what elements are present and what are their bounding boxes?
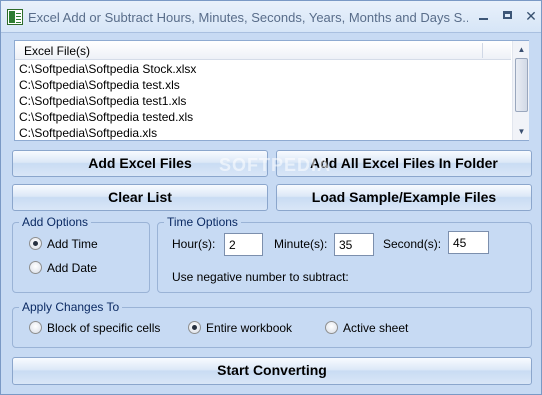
- hours-input[interactable]: [224, 233, 263, 256]
- list-header[interactable]: Excel File(s): [15, 41, 511, 60]
- apply-changes-group: Apply Changes To Block of specific cells…: [12, 300, 532, 348]
- scroll-down-arrow-icon[interactable]: ▼: [515, 125, 528, 138]
- radio-button[interactable]: [29, 261, 42, 274]
- subtract-note: Use negative number to subtract:: [172, 270, 349, 284]
- add-folder-button[interactable]: Add All Excel Files In Folder: [276, 150, 532, 177]
- seconds-input[interactable]: [448, 231, 489, 254]
- column-header-excel-files[interactable]: Excel File(s): [24, 44, 90, 58]
- title-bar[interactable]: Excel Add or Subtract Hours, Minutes, Se…: [1, 1, 541, 33]
- list-item[interactable]: C:\Softpedia\Softpedia.xls: [19, 125, 196, 141]
- add-excel-files-button[interactable]: Add Excel Files: [12, 150, 268, 177]
- hours-label: Hour(s):: [172, 237, 216, 251]
- radio-label[interactable]: Block of specific cells: [47, 321, 160, 335]
- window-title: Excel Add or Subtract Hours, Minutes, Se…: [28, 10, 468, 25]
- scroll-thumb[interactable]: [515, 58, 528, 112]
- radio-button[interactable]: [325, 321, 338, 334]
- app-window: Excel Add or Subtract Hours, Minutes, Se…: [0, 0, 542, 395]
- list-item[interactable]: C:\Softpedia\Softpedia test.xls: [19, 77, 196, 93]
- list-item[interactable]: C:\Softpedia\Softpedia test1.xls: [19, 93, 196, 109]
- clear-list-button[interactable]: Clear List: [12, 184, 268, 211]
- file-list-items: C:\Softpedia\Softpedia Stock.xlsx C:\Sof…: [19, 61, 196, 141]
- list-item[interactable]: C:\Softpedia\Softpedia tested.xls: [19, 109, 196, 125]
- file-list[interactable]: Excel File(s) C:\Softpedia\Softpedia Sto…: [14, 40, 529, 141]
- load-sample-files-button[interactable]: Load Sample/Example Files: [276, 184, 532, 211]
- group-title: Apply Changes To: [19, 300, 123, 314]
- seconds-label: Second(s):: [383, 237, 442, 251]
- radio-button[interactable]: [188, 321, 201, 334]
- maximize-icon[interactable]: [497, 7, 517, 25]
- radio-label[interactable]: Entire workbook: [206, 321, 292, 335]
- radio-button[interactable]: [29, 237, 42, 250]
- vertical-scrollbar[interactable]: ▲ ▼: [512, 41, 529, 140]
- minutes-label: Minute(s):: [274, 237, 328, 251]
- radio-label[interactable]: Add Time: [47, 237, 98, 251]
- time-options-group: Time Options Hour(s): Minute(s): Second(…: [157, 215, 532, 293]
- minutes-input[interactable]: [334, 233, 374, 256]
- group-title: Time Options: [164, 215, 241, 229]
- radio-label[interactable]: Active sheet: [343, 321, 408, 335]
- column-separator[interactable]: [482, 43, 483, 58]
- radio-label[interactable]: Add Date: [47, 261, 97, 275]
- close-icon[interactable]: ✕: [521, 7, 541, 25]
- group-title: Add Options: [19, 215, 92, 229]
- minimize-icon[interactable]: [473, 7, 493, 25]
- scroll-up-arrow-icon[interactable]: ▲: [515, 43, 528, 56]
- start-converting-button[interactable]: Start Converting: [12, 357, 532, 385]
- list-item[interactable]: C:\Softpedia\Softpedia Stock.xlsx: [19, 61, 196, 77]
- add-options-group: Add Options Add Time Add Date: [12, 215, 150, 293]
- excel-sheet-icon[interactable]: [7, 9, 23, 25]
- radio-button[interactable]: [29, 321, 42, 334]
